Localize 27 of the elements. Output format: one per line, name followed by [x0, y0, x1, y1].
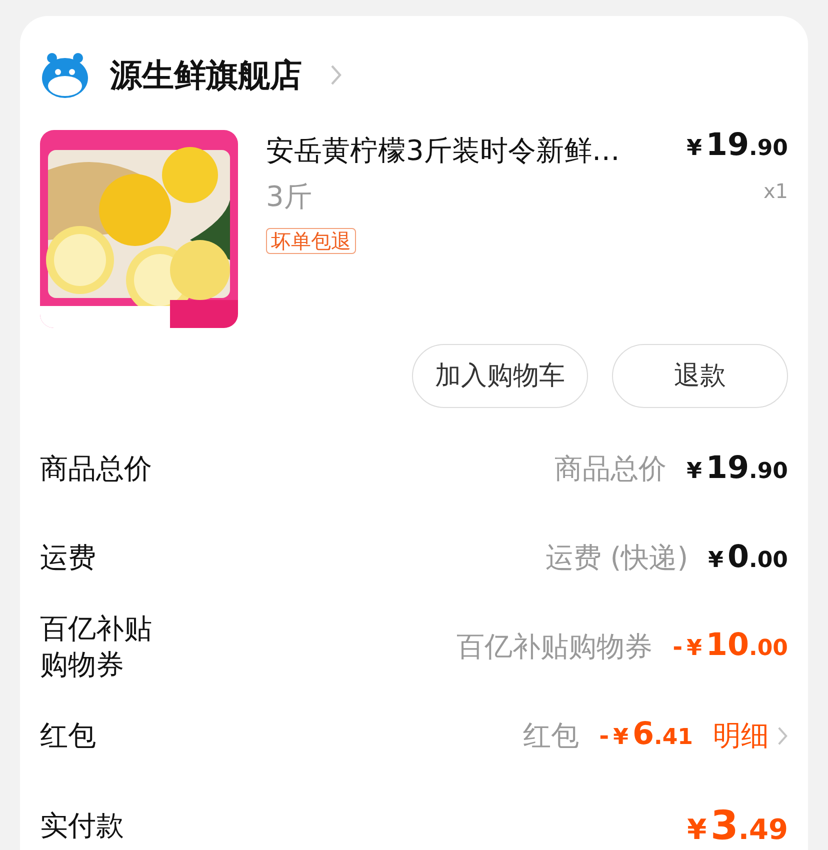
fee-label: 百亿补贴购物券: [40, 610, 153, 682]
product-title[interactable]: 安岳黄柠檬3斤装时令新鲜…: [266, 130, 620, 172]
price: ¥10.00: [686, 630, 788, 660]
hippo-logo-icon: [40, 50, 90, 100]
total-label: 实付款: [40, 808, 124, 844]
fee-label: 运费: [40, 540, 97, 576]
fee-detail: 运费 (快递): [545, 540, 688, 576]
price: ¥6.41: [613, 718, 693, 750]
store-name[interactable]: 源生鲜旗舰店: [110, 51, 302, 99]
fee-detail: 红包: [523, 718, 580, 754]
price: ¥19.90: [686, 130, 788, 161]
refund-tag: 坏单包退: [266, 228, 356, 254]
chevron-right-icon: [330, 64, 342, 86]
price: ¥0.00: [708, 542, 788, 573]
product-spec: 3斤: [266, 179, 312, 215]
quantity: x1: [763, 178, 788, 205]
minus-sign: -: [672, 632, 683, 662]
fee-detail: 百亿补贴购物券: [456, 628, 653, 664]
minus-sign: -: [599, 720, 610, 752]
fee-label: 商品总价: [40, 450, 153, 486]
fee-detail: 商品总价: [554, 450, 667, 486]
chevron-right-icon: [777, 726, 788, 746]
price: ¥19.90: [686, 453, 788, 484]
action-button[interactable]: 退款: [612, 344, 788, 408]
fee-label: 红包: [40, 718, 97, 754]
price: ¥3.49: [687, 806, 788, 846]
action-button[interactable]: 加入购物车: [412, 344, 588, 408]
